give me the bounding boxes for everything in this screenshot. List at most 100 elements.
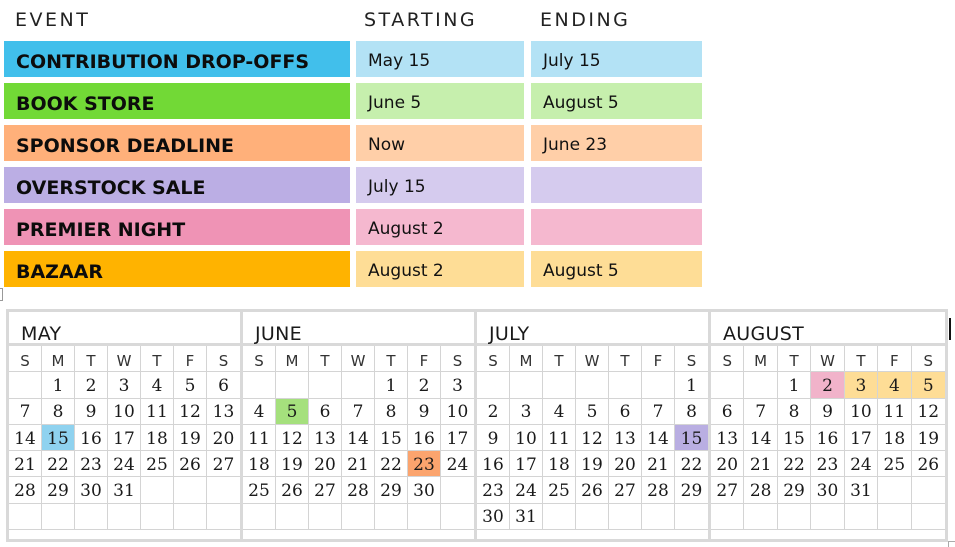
- day-cell[interactable]: 7: [744, 398, 778, 425]
- day-cell[interactable]: 21: [744, 451, 778, 478]
- day-cell[interactable]: 31: [844, 477, 879, 504]
- day-cell[interactable]: 30: [477, 503, 510, 531]
- event-name-cell[interactable]: BOOK STORE: [4, 83, 350, 119]
- day-cell[interactable]: 11: [543, 424, 576, 452]
- day-cell[interactable]: 12: [576, 424, 609, 452]
- highlighted-day-cell[interactable]: 15: [675, 424, 708, 452]
- day-cell[interactable]: 29: [675, 477, 708, 504]
- day-cell[interactable]: 1: [675, 372, 708, 399]
- event-end-cell[interactable]: July 15: [531, 41, 702, 77]
- day-cell[interactable]: 10: [844, 398, 879, 425]
- day-cell[interactable]: 27: [309, 477, 342, 504]
- highlighted-day-cell[interactable]: 5: [276, 398, 309, 425]
- day-cell[interactable]: 5: [576, 398, 609, 425]
- event-start-cell[interactable]: May 15: [356, 41, 524, 77]
- table-anchor-handle[interactable]: [0, 288, 3, 301]
- event-start-cell[interactable]: August 2: [356, 251, 524, 287]
- day-cell[interactable]: 18: [141, 424, 174, 452]
- day-cell[interactable]: 28: [9, 477, 42, 504]
- event-start-cell[interactable]: Now: [356, 125, 524, 161]
- day-cell[interactable]: 30: [408, 477, 441, 504]
- day-cell[interactable]: 2: [75, 372, 108, 399]
- day-cell[interactable]: 19: [276, 451, 309, 478]
- day-cell[interactable]: 10: [510, 424, 543, 452]
- day-cell[interactable]: 29: [777, 477, 812, 504]
- day-cell[interactable]: 14: [744, 424, 778, 452]
- highlighted-day-cell[interactable]: 15: [42, 424, 75, 452]
- day-cell[interactable]: 22: [777, 451, 812, 478]
- day-cell[interactable]: 18: [243, 451, 276, 478]
- day-cell[interactable]: 18: [543, 451, 576, 478]
- day-cell[interactable]: 6: [309, 398, 342, 425]
- day-cell[interactable]: 20: [207, 425, 240, 452]
- day-cell[interactable]: 2: [408, 372, 441, 399]
- day-cell[interactable]: 6: [207, 372, 240, 399]
- day-cell[interactable]: 26: [911, 451, 945, 478]
- day-cell[interactable]: 23: [811, 451, 845, 478]
- day-cell[interactable]: 6: [609, 398, 642, 425]
- day-cell[interactable]: 4: [141, 372, 174, 399]
- highlighted-day-cell[interactable]: 23: [408, 451, 441, 478]
- day-cell[interactable]: 30: [811, 477, 845, 504]
- day-cell[interactable]: 16: [811, 424, 845, 452]
- day-cell[interactable]: 11: [141, 398, 174, 425]
- day-cell[interactable]: 12: [911, 399, 945, 425]
- day-cell[interactable]: 16: [75, 424, 108, 452]
- day-cell[interactable]: 13: [609, 424, 642, 452]
- day-cell[interactable]: 6: [711, 398, 745, 425]
- day-cell[interactable]: 16: [408, 424, 441, 452]
- day-cell[interactable]: 17: [108, 424, 141, 452]
- day-cell[interactable]: 22: [675, 451, 708, 478]
- day-cell[interactable]: 3: [108, 372, 141, 399]
- day-cell[interactable]: 8: [675, 399, 708, 425]
- day-cell[interactable]: 25: [878, 451, 912, 478]
- day-cell[interactable]: 8: [42, 398, 75, 425]
- day-cell[interactable]: 25: [141, 451, 174, 478]
- day-cell[interactable]: 17: [844, 424, 879, 452]
- day-cell[interactable]: 27: [711, 477, 745, 504]
- highlighted-day-cell[interactable]: 2: [811, 372, 845, 399]
- day-cell[interactable]: 13: [207, 399, 240, 425]
- day-cell[interactable]: 13: [309, 424, 342, 452]
- day-cell[interactable]: 8: [777, 398, 812, 425]
- day-cell[interactable]: 17: [441, 425, 474, 452]
- day-cell[interactable]: 1: [42, 372, 75, 399]
- day-cell[interactable]: 7: [642, 398, 675, 425]
- day-cell[interactable]: 9: [408, 398, 441, 425]
- day-cell[interactable]: 9: [477, 424, 510, 452]
- day-cell[interactable]: 9: [75, 398, 108, 425]
- day-cell[interactable]: 7: [9, 398, 42, 425]
- event-start-cell[interactable]: August 2: [356, 209, 524, 245]
- day-cell[interactable]: 31: [510, 503, 543, 531]
- event-end-cell[interactable]: [531, 209, 702, 245]
- day-cell[interactable]: 3: [510, 398, 543, 425]
- event-end-cell[interactable]: June 23: [531, 125, 702, 161]
- day-cell[interactable]: 1: [777, 372, 812, 399]
- day-cell[interactable]: 20: [711, 451, 745, 478]
- day-cell[interactable]: 21: [9, 451, 42, 478]
- day-cell[interactable]: 4: [543, 398, 576, 425]
- event-start-cell[interactable]: July 15: [356, 167, 524, 203]
- day-cell[interactable]: 29: [375, 477, 408, 504]
- day-cell[interactable]: 20: [609, 451, 642, 478]
- day-cell[interactable]: 18: [878, 424, 912, 452]
- day-cell[interactable]: 21: [642, 451, 675, 478]
- day-cell[interactable]: 10: [441, 399, 474, 425]
- event-name-cell[interactable]: OVERSTOCK SALE: [4, 167, 350, 203]
- day-cell[interactable]: 14: [642, 424, 675, 452]
- day-cell[interactable]: 11: [243, 424, 276, 452]
- day-cell[interactable]: 7: [342, 398, 375, 425]
- day-cell[interactable]: 20: [309, 451, 342, 478]
- day-cell[interactable]: 10: [108, 398, 141, 425]
- day-cell[interactable]: 26: [576, 477, 609, 504]
- day-cell[interactable]: 11: [878, 398, 912, 425]
- day-cell[interactable]: 28: [642, 477, 675, 504]
- day-cell[interactable]: 27: [207, 451, 240, 478]
- event-name-cell[interactable]: CONTRIBUTION DROP-OFFS: [4, 41, 350, 77]
- day-cell[interactable]: 13: [711, 424, 745, 452]
- day-cell[interactable]: 19: [174, 424, 207, 452]
- day-cell[interactable]: 19: [576, 451, 609, 478]
- day-cell[interactable]: 26: [174, 451, 207, 478]
- day-cell[interactable]: 23: [477, 477, 510, 504]
- day-cell[interactable]: 12: [174, 398, 207, 425]
